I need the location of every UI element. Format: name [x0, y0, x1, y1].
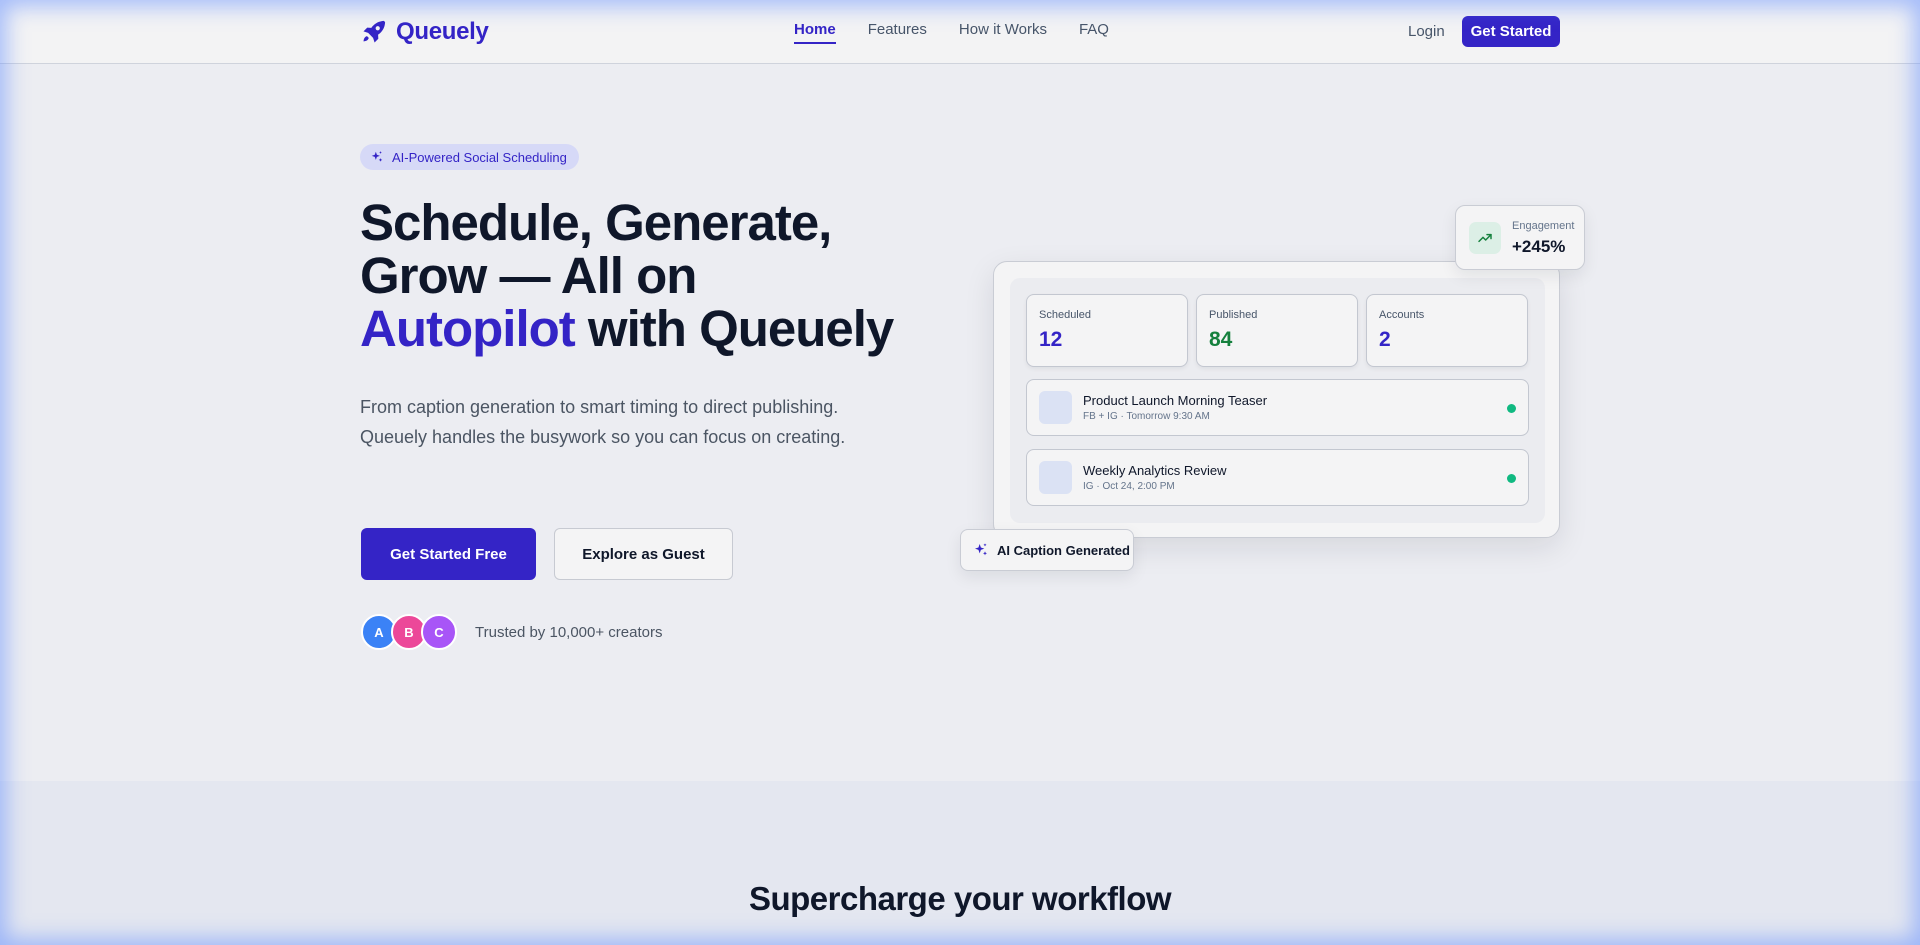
headline-accent: Autopilot — [360, 300, 576, 357]
stat-card-scheduled: Scheduled 12 — [1026, 294, 1188, 367]
stat-value: 84 — [1209, 328, 1233, 351]
ai-badge: AI-Powered Social Scheduling — [360, 144, 579, 170]
hero-subtext: From caption generation to smart timing … — [360, 397, 846, 447]
stat-value: 12 — [1039, 328, 1063, 351]
stat-card-published: Published 84 — [1196, 294, 1358, 367]
headline-part-1: Schedule, Generate, Grow — All on — [360, 194, 832, 304]
nav-link-home[interactable]: Home — [794, 21, 836, 44]
post-title: Weekly Analytics Review — [1083, 463, 1227, 478]
nav-links: Home Features How it Works FAQ — [794, 21, 1109, 44]
list-item: Weekly Analytics Review IG · Oct 24, 2:0… — [1026, 449, 1529, 506]
get-started-free-button[interactable]: Get Started Free — [361, 528, 536, 580]
trust-row: A B C Trusted by 10,000+ creators — [361, 614, 662, 650]
stat-label: Accounts — [1379, 309, 1425, 321]
nav-link-faq[interactable]: FAQ — [1079, 21, 1109, 44]
stat-label: Scheduled — [1039, 309, 1091, 321]
brand-name: Queuely — [396, 18, 489, 45]
get-started-button[interactable]: Get Started — [1462, 16, 1560, 47]
stat-card-accounts: Accounts 2 — [1366, 294, 1528, 367]
caption-chip-label: AI Caption Generated — [997, 542, 1130, 558]
post-meta: IG · Oct 24, 2:00 PM — [1083, 481, 1175, 492]
post-thumbnail — [1039, 391, 1072, 424]
post-meta: FB + IG · Tomorrow 9:30 AM — [1083, 411, 1210, 422]
engagement-label: Engagement — [1512, 220, 1575, 232]
explore-as-guest-button[interactable]: Explore as Guest — [554, 528, 733, 580]
ai-caption-chip: AI Caption Generated — [960, 529, 1134, 571]
nav-link-features[interactable]: Features — [868, 21, 927, 44]
rocket-icon — [363, 20, 386, 43]
brand-logo[interactable]: Queuely — [360, 18, 489, 46]
trust-text: Trusted by 10,000+ creators — [475, 623, 663, 641]
trending-up-icon — [1469, 222, 1501, 254]
post-thumbnail — [1039, 461, 1072, 494]
section-title: Supercharge your workflow — [748, 880, 1172, 917]
dashboard-panel: Scheduled 12 Published 84 Accounts 2 Pro… — [1010, 278, 1545, 523]
status-dot — [1507, 404, 1516, 413]
hero-headline: Schedule, Generate, Grow — All on Autopi… — [360, 196, 920, 355]
post-title: Product Launch Morning Teaser — [1083, 393, 1268, 408]
sparkles-icon — [975, 543, 987, 556]
login-link[interactable]: Login — [1408, 23, 1445, 40]
avatar: C — [421, 614, 457, 650]
stat-label: Published — [1209, 309, 1258, 321]
engagement-value: +245% — [1512, 237, 1566, 256]
list-item: Product Launch Morning Teaser FB + IG · … — [1026, 379, 1529, 436]
status-dot — [1507, 474, 1516, 483]
stat-value: 2 — [1379, 328, 1391, 351]
sparkles-icon — [371, 151, 383, 162]
features-section — [0, 781, 1920, 945]
nav-link-how-it-works[interactable]: How it Works — [959, 21, 1047, 44]
headline-part-2: with Queuely — [574, 300, 894, 357]
top-navbar: Queuely Home Features How it Works FAQ L… — [0, 0, 1920, 64]
dashboard-preview: Scheduled 12 Published 84 Accounts 2 Pro… — [993, 261, 1560, 538]
badge-label: AI-Powered Social Scheduling — [392, 149, 567, 165]
engagement-card: Engagement +245% — [1455, 205, 1585, 270]
